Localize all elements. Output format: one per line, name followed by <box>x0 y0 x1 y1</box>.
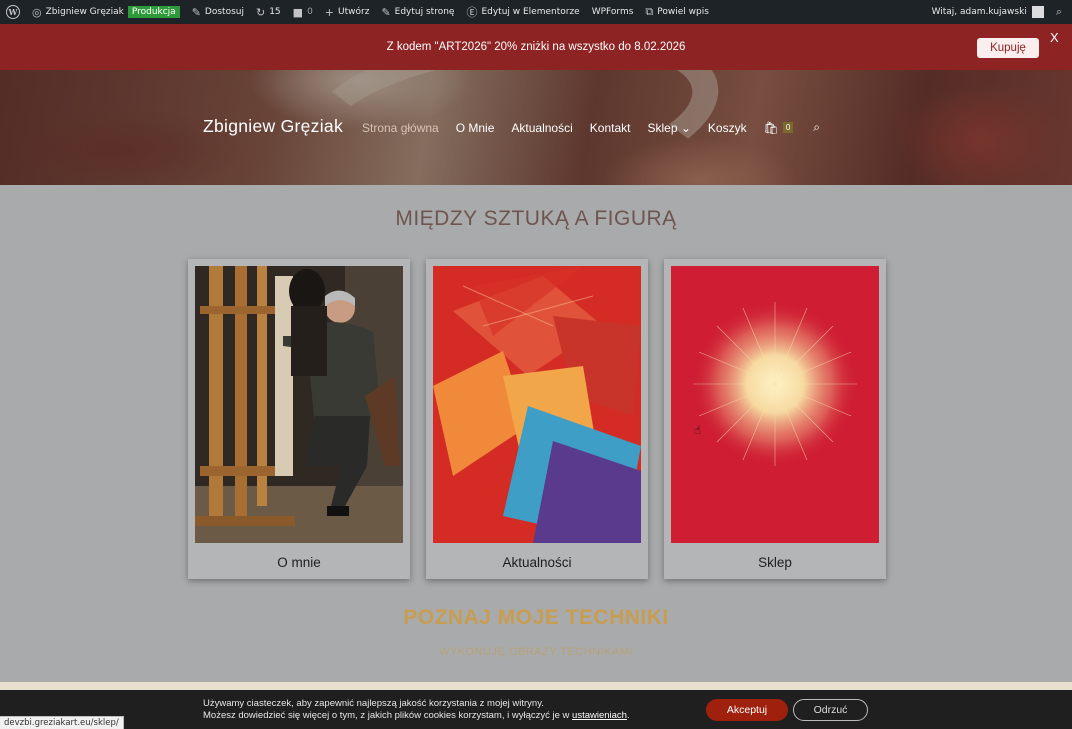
environment-badge: Produkcja <box>127 6 180 18</box>
buy-button[interactable]: Kupuję <box>977 38 1039 58</box>
pencil-icon: ✎ <box>381 5 391 19</box>
duplicate-post-link[interactable]: ⧉ Powiel wpis <box>639 0 715 24</box>
avatar <box>1031 6 1044 18</box>
admin-search[interactable]: ⌕ <box>1050 0 1072 24</box>
card-caption: Aktualności <box>502 555 572 570</box>
cookie-text-line1: Używamy ciasteczek, aby zapewnić najleps… <box>203 698 544 709</box>
dashboard-icon: ◎ <box>32 5 42 19</box>
cookie-text: Używamy ciasteczek, aby zapewnić najleps… <box>203 698 630 722</box>
card-caption: Sklep <box>758 555 792 570</box>
menu-item-shop-label: Sklep <box>647 120 678 135</box>
abstract-painting <box>433 266 641 543</box>
site-name-menu[interactable]: ◎ Zbigniew Gręziak Produkcja <box>26 0 186 24</box>
main-navigation: Zbigniew Gręziak Strona główna O Mnie Ak… <box>0 70 1072 185</box>
card-news[interactable]: Aktualności <box>426 259 648 579</box>
section-divider <box>0 682 1072 690</box>
techniques-title: POZNAJ MOJE TECHNIKI <box>403 606 669 629</box>
new-label: Utwórz <box>338 7 370 17</box>
status-bar-url: devzbi.greziakart.eu/sklep/ <box>0 716 124 729</box>
account-menu[interactable]: Witaj, adam.kujawski <box>926 0 1050 24</box>
updates-icon: ↻ <box>255 5 266 19</box>
comments-link[interactable]: ■ 0 <box>287 0 319 24</box>
comments-count: 0 <box>307 7 313 17</box>
reject-cookies-button[interactable]: Odrzuć <box>793 699 868 721</box>
site-header: Zbigniew Gręziak Strona główna O Mnie Ak… <box>0 70 1072 185</box>
wpforms-label: WPForms <box>591 7 634 17</box>
wp-admin-bar: W ◎ Zbigniew Gręziak Produkcja ✎ Dostosuj… <box>0 0 1072 24</box>
updates-link[interactable]: ↻ 15 <box>250 0 287 24</box>
wp-logo-menu[interactable]: W <box>0 0 26 24</box>
wpforms-menu[interactable]: WPForms <box>586 0 640 24</box>
cookie-text-line2: Możesz dowiedzieć się więcej o tym, z ja… <box>203 710 630 722</box>
wordpress-icon: W <box>6 5 20 19</box>
cookie-settings-link[interactable]: ustawieniach <box>572 710 627 721</box>
menu-item-about[interactable]: O Mnie <box>456 121 495 135</box>
updates-count: 15 <box>269 7 281 17</box>
menu-item-news[interactable]: Aktualności <box>511 121 572 135</box>
close-icon[interactable]: X <box>1050 30 1059 45</box>
site-logo-text[interactable]: Zbigniew Gręziak <box>203 116 343 137</box>
menu-item-shop[interactable]: Sklep ⌄ <box>647 121 690 135</box>
comment-icon: ■ <box>292 5 304 19</box>
brush-icon: ✎ <box>191 5 201 19</box>
new-content-menu[interactable]: + Utwórz <box>319 0 376 24</box>
artist-photo <box>195 266 403 543</box>
chevron-down-icon: ⌄ <box>680 120 691 135</box>
plus-icon: + <box>324 5 335 19</box>
techniques-subtitle: WYKONUJĘ OBRAZY TECHNIKAMI <box>438 646 634 658</box>
edit-page-link[interactable]: ✎ Edytuj stronę <box>375 0 460 24</box>
account-greeting: Witaj, adam.kujawski <box>931 7 1027 17</box>
menu-item-home[interactable]: Strona główna <box>362 121 439 135</box>
card-shop[interactable]: Sklep <box>664 259 886 579</box>
card-about[interactable]: O mnie <box>188 259 410 579</box>
customize-link[interactable]: ✎ Dostosuj <box>186 0 250 24</box>
section-title: MIĘDZY SZTUKĄ A FIGURĄ <box>395 207 677 230</box>
edit-elementor-label: Edytuj w Elementorze <box>481 7 580 17</box>
duplicate-label: Powiel wpis <box>657 7 709 17</box>
accept-cookies-button[interactable]: Akceptuj <box>706 699 788 721</box>
search-icon[interactable]: ⌕ <box>813 120 820 135</box>
cookie-banner: Używamy ciasteczek, aby zapewnić najleps… <box>0 690 1072 729</box>
menu: Strona główna O Mnie Aktualności Kontakt… <box>362 120 820 135</box>
cookie-text-line2-post: . <box>626 710 630 721</box>
site-name: Zbigniew Gręziak <box>45 7 124 17</box>
edit-page-label: Edytuj stronę <box>394 7 455 17</box>
cart-count-badge: 0 <box>782 122 794 133</box>
cookie-text-line2-pre: Możesz dowiedzieć się więcej o tym, z ja… <box>203 710 573 721</box>
menu-item-contact[interactable]: Kontakt <box>590 121 631 135</box>
edit-elementor-link[interactable]: Ⓔ Edytuj w Elementorze <box>460 0 585 24</box>
menu-item-cart[interactable]: Koszyk <box>708 121 747 135</box>
duplicate-icon: ⧉ <box>645 5 654 18</box>
hand-cursor-icon: ☝ <box>694 423 702 437</box>
promo-text: Z kodem "ART2026" 20% zniżki na wszystko… <box>386 41 686 53</box>
starburst-painting <box>671 266 879 543</box>
shopping-bag-icon[interactable]: 🛍︎ <box>764 121 779 135</box>
card-caption: O mnie <box>277 555 321 570</box>
customize-label: Dostosuj <box>204 7 244 17</box>
search-icon: ⌕ <box>1055 5 1062 18</box>
elementor-icon: Ⓔ <box>466 6 478 19</box>
promo-banner: Z kodem "ART2026" 20% zniżki na wszystko… <box>0 24 1072 70</box>
